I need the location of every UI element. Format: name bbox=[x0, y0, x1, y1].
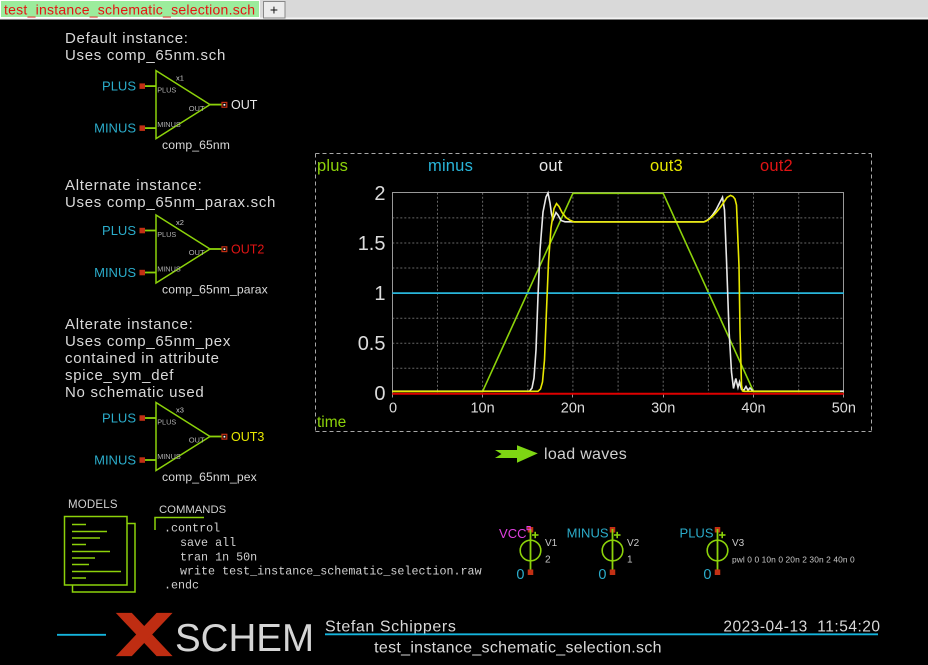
svg-text:1: 1 bbox=[374, 283, 385, 305]
svg-text:test_instance_schematic_select: test_instance_schematic_selection.sch bbox=[374, 640, 662, 657]
svg-text:load waves: load waves bbox=[544, 446, 627, 463]
svg-text:x1: x1 bbox=[176, 74, 184, 83]
svg-text:2: 2 bbox=[545, 555, 551, 566]
svg-text:save all: save all bbox=[180, 536, 236, 550]
svg-text:1: 1 bbox=[627, 555, 633, 566]
svg-text:.endc: .endc bbox=[164, 579, 199, 593]
svg-text:comp_65nm_pex: comp_65nm_pex bbox=[162, 470, 257, 484]
svg-text:V1: V1 bbox=[545, 538, 558, 549]
svg-text:Alternate instance:: Alternate instance: bbox=[65, 177, 203, 194]
svg-text:.control: .control bbox=[164, 522, 220, 536]
svg-text:comp_65nm_parax: comp_65nm_parax bbox=[162, 283, 268, 297]
svg-text:OUT3: OUT3 bbox=[231, 430, 264, 444]
svg-text:1.5: 1.5 bbox=[358, 233, 386, 255]
svg-text:10n: 10n bbox=[470, 401, 494, 417]
svg-text:MODELS: MODELS bbox=[68, 499, 118, 511]
svg-text:Uses comp_65nm_pex: Uses comp_65nm_pex bbox=[65, 333, 231, 350]
svg-text:minus: minus bbox=[428, 157, 473, 175]
svg-text:Uses comp_65nm_parax.sch: Uses comp_65nm_parax.sch bbox=[65, 194, 276, 211]
svg-text:contained in attribute: contained in attribute bbox=[65, 350, 220, 367]
svg-text:V2: V2 bbox=[627, 538, 640, 549]
svg-text:COMMANDS: COMMANDS bbox=[159, 504, 227, 516]
svg-text:OUT2: OUT2 bbox=[231, 243, 264, 257]
svg-text:tran 1n 50n: tran 1n 50n bbox=[180, 551, 257, 565]
svg-text:x2: x2 bbox=[176, 218, 184, 227]
svg-text:test_instance_schematic_select: test_instance_schematic_selection.sch bbox=[4, 2, 255, 18]
svg-text:spice_sym_def: spice_sym_def bbox=[65, 367, 174, 384]
svg-text:0: 0 bbox=[374, 383, 385, 405]
svg-text:MINUS: MINUS bbox=[567, 526, 609, 541]
svg-text:plus: plus bbox=[317, 157, 348, 175]
svg-text:40n: 40n bbox=[741, 401, 765, 417]
svg-text:time: time bbox=[317, 414, 346, 431]
svg-text:2: 2 bbox=[374, 183, 385, 205]
svg-text:out3: out3 bbox=[650, 157, 683, 175]
svg-text:20n: 20n bbox=[561, 401, 585, 417]
svg-text:Default instance:: Default instance: bbox=[65, 30, 189, 47]
svg-text:Uses comp_65nm.sch: Uses comp_65nm.sch bbox=[65, 47, 226, 64]
svg-text:out2: out2 bbox=[760, 157, 793, 175]
svg-text:V3: V3 bbox=[732, 538, 745, 549]
svg-text:PLUS: PLUS bbox=[680, 526, 714, 541]
svg-text:x3: x3 bbox=[176, 406, 184, 415]
svg-text:Stefan Schippers: Stefan Schippers bbox=[325, 619, 456, 636]
svg-text:pwl 0 0 10n 0 20n 2 30n 2 40n: pwl 0 0 10n 0 20n 2 30n 2 40n 0 bbox=[732, 555, 855, 565]
svg-text:30n: 30n bbox=[651, 401, 675, 417]
svg-text:write test_instance_schematic_: write test_instance_schematic_selection.… bbox=[180, 565, 482, 579]
svg-text:0.5: 0.5 bbox=[358, 333, 386, 355]
svg-text:Alterate instance:: Alterate instance: bbox=[65, 316, 194, 333]
svg-text:0: 0 bbox=[389, 401, 397, 417]
svg-text:OUT: OUT bbox=[231, 98, 258, 112]
svg-text:SCHEM: SCHEM bbox=[175, 617, 314, 660]
svg-text:VCC: VCC bbox=[499, 526, 526, 541]
svg-text:2023-04-13 11:54:20: 2023-04-13 11:54:20 bbox=[723, 619, 880, 636]
svg-text:50n: 50n bbox=[832, 401, 856, 417]
svg-text:+: + bbox=[270, 2, 278, 18]
svg-text:out: out bbox=[539, 157, 563, 175]
svg-text:No schematic used: No schematic used bbox=[65, 384, 204, 401]
svg-text:comp_65nm: comp_65nm bbox=[162, 138, 230, 152]
